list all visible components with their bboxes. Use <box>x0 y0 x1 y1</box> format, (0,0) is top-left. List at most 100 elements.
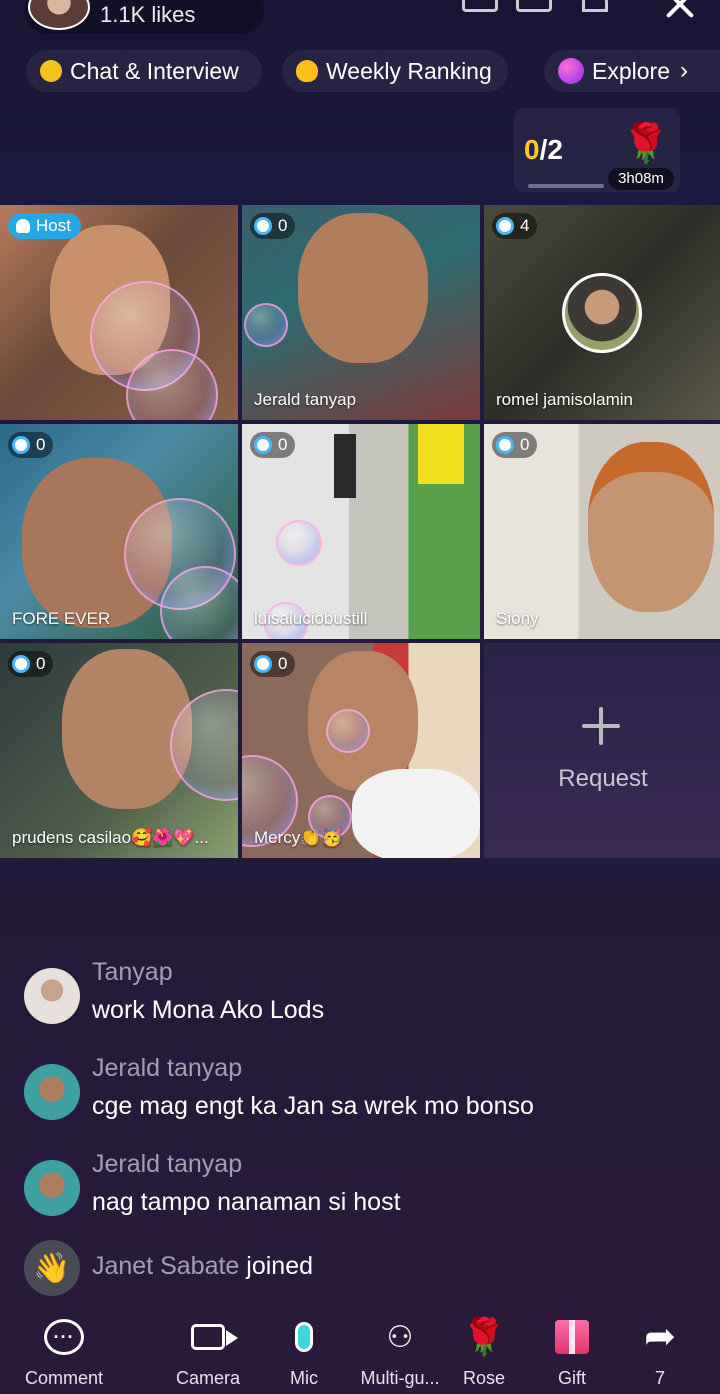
guest-tile[interactable]: 0 Jerald tanyap <box>242 205 480 420</box>
chat-username[interactable]: Jerald tanyap <box>92 1054 242 1083</box>
avatar[interactable] <box>24 968 80 1024</box>
share-count: 7 <box>654 1368 665 1388</box>
top-bar: 1.1K likes <box>0 0 720 40</box>
plus-icon <box>582 707 620 745</box>
guest-name: FORE EVER <box>12 609 111 628</box>
bottom-toolbar: ··· Comment Camera Mic ⚇ Multi-gu... 🌹 R… <box>0 1312 720 1394</box>
score-badge: 0 <box>250 432 296 458</box>
score-badge: 4 <box>492 213 538 239</box>
wave-icon: 👋 <box>24 1240 80 1296</box>
multi-guest-icon: ⚇ <box>386 1320 414 1354</box>
gem-icon <box>496 217 514 235</box>
gem-icon <box>254 436 272 454</box>
rose-label: Rose <box>462 1368 506 1388</box>
chip-weekly-ranking[interactable]: Weekly Ranking <box>282 50 508 92</box>
gem-icon <box>12 655 30 673</box>
score-value: 0 <box>278 654 288 673</box>
chat-text: nag tampo nanaman si host <box>92 1188 401 1216</box>
camera-icon <box>191 1324 238 1350</box>
camera-button[interactable]: Camera <box>158 1312 258 1389</box>
person-face <box>588 442 714 612</box>
chip-label: Explore <box>592 57 670 84</box>
comment-button[interactable]: ··· Comment <box>14 1312 114 1389</box>
score-value: 0 <box>36 654 46 673</box>
guest-name: romel jamisolamin <box>496 390 633 409</box>
guest-name: luisaluciobustill <box>254 609 368 628</box>
share-button[interactable]: ➦ 7 <box>610 1312 710 1389</box>
score-badge: 0 <box>250 213 296 239</box>
likes-count: 1.1K likes <box>100 2 196 27</box>
mic-button[interactable]: Mic <box>254 1312 354 1389</box>
chat-icon <box>40 60 62 82</box>
gem-icon <box>254 655 272 673</box>
guest-tile-host[interactable]: Host <box>0 205 238 420</box>
comment-icon: ··· <box>44 1319 84 1355</box>
joined-username[interactable]: Janet Sabate <box>92 1252 239 1280</box>
guest-tile[interactable]: 0 luisaluciobustill <box>242 424 480 639</box>
gift-label: Gift <box>557 1368 586 1388</box>
gem-icon <box>12 436 30 454</box>
chat-username[interactable]: Jerald tanyap <box>92 1150 242 1179</box>
score-value: 4 <box>520 216 530 235</box>
gem-icon <box>254 217 272 235</box>
white-pet <box>352 769 480 858</box>
score-value: 0 <box>278 216 288 235</box>
score-value: 0 <box>520 435 530 454</box>
guest-name: prudens casilao🥰🌺💖... <box>12 828 209 847</box>
fire-icon <box>296 60 318 82</box>
score-badge: 0 <box>8 651 54 677</box>
multi-guest-grid: Host 0 Jerald tanyap 4 romel jamisolamin… <box>0 205 720 858</box>
guest-tile[interactable]: 0 Siony <box>484 424 720 639</box>
rose-button[interactable]: 🌹 Rose <box>434 1312 534 1389</box>
chevron-right-icon: › <box>679 57 688 84</box>
request-label: Request <box>558 765 648 792</box>
guest-name: Siony <box>496 609 539 628</box>
chip-explore[interactable]: Explore › <box>544 50 720 92</box>
mic-icon <box>295 1322 313 1352</box>
avatar[interactable] <box>24 1160 80 1216</box>
join-line: Janet Sabate joined <box>92 1252 313 1281</box>
goal-current: 0 <box>524 134 540 165</box>
viewer-icon[interactable] <box>582 0 608 12</box>
chip-chat-interview[interactable]: Chat & Interview <box>26 50 262 92</box>
person-face <box>298 213 428 363</box>
guest-tile[interactable]: 0 Mercy👏🥳 <box>242 643 480 858</box>
comment-label: Comment <box>24 1368 104 1388</box>
gift-icon <box>555 1320 589 1354</box>
guest-name: Mercy👏🥳 <box>254 828 343 847</box>
camera-label: Camera <box>175 1368 241 1388</box>
sofa-icon-2[interactable] <box>516 0 552 12</box>
mic-label: Mic <box>290 1368 318 1388</box>
goal-progress-bar <box>528 184 604 188</box>
score-value: 0 <box>36 435 46 454</box>
guest-avatar <box>562 273 642 353</box>
bubble-effect <box>326 709 370 753</box>
chip-label: Chat & Interview <box>70 57 239 84</box>
guest-tile[interactable]: 0 FORE EVER <box>0 424 238 639</box>
guest-name: Jerald tanyap <box>254 390 357 409</box>
gift-goal-widget[interactable]: 0/2 🌹 3h08m <box>514 108 680 192</box>
bubble-effect <box>244 303 288 347</box>
goal-timer: 3h08m <box>608 168 674 190</box>
chat-text: work Mona Ako Lods <box>92 996 325 1024</box>
chat-username[interactable]: Tanyap <box>92 958 173 987</box>
guest-tile[interactable]: 4 romel jamisolamin <box>484 205 720 420</box>
rose-icon: 🌹 <box>622 123 670 165</box>
sofa-icon[interactable] <box>462 0 498 12</box>
share-icon: ➦ <box>644 1316 676 1358</box>
score-badge: 0 <box>492 432 538 458</box>
planet-icon <box>558 58 584 84</box>
request-slot[interactable]: Request <box>484 643 720 858</box>
score-badge: 0 <box>250 651 296 677</box>
chat-text: cge mag engt ka Jan sa wrek mo bonso <box>92 1092 534 1120</box>
guest-tile[interactable]: 0 prudens casilao🥰🌺💖... <box>0 643 238 858</box>
person-icon <box>16 219 30 233</box>
gem-icon <box>496 436 514 454</box>
score-value: 0 <box>278 435 288 454</box>
rose-icon: 🌹 <box>461 1316 507 1357</box>
avatar[interactable] <box>24 1064 80 1120</box>
gift-button[interactable]: Gift <box>522 1312 622 1389</box>
host-badge: Host <box>8 213 81 239</box>
close-icon[interactable] <box>662 0 698 22</box>
hanging-cloth <box>418 424 464 484</box>
